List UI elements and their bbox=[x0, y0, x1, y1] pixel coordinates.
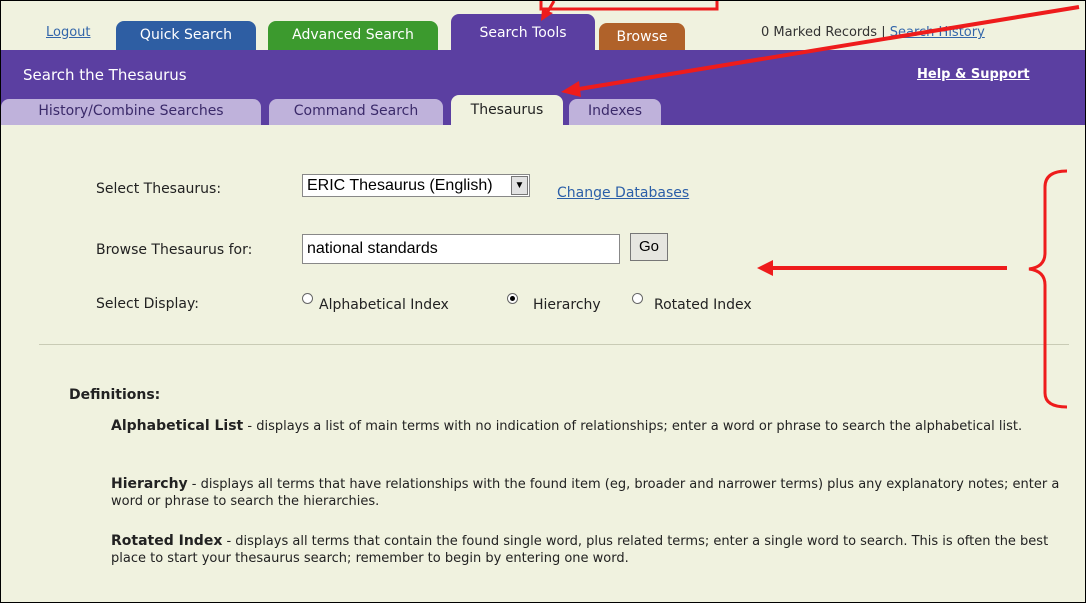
radio-label-alphabetical-index: Alphabetical Index bbox=[319, 297, 449, 313]
dropdown-arrow-icon[interactable]: ▼ bbox=[511, 176, 528, 195]
page-title: Search the Thesaurus bbox=[23, 66, 187, 84]
definition-rotated: Rotated Index - displays all terms that … bbox=[111, 533, 1071, 567]
tab-advanced-search[interactable]: Advanced Search bbox=[268, 21, 438, 50]
divider bbox=[39, 344, 1069, 345]
tab-thesaurus[interactable]: Thesaurus bbox=[451, 95, 563, 125]
definition-term: Rotated Index bbox=[111, 533, 223, 549]
logout-link[interactable]: Logout bbox=[46, 25, 91, 40]
definition-term: Alphabetical List bbox=[111, 418, 244, 434]
go-button[interactable]: Go bbox=[630, 233, 668, 261]
radio-alphabetical-index[interactable] bbox=[302, 293, 313, 304]
search-history-link[interactable]: Search History bbox=[890, 25, 985, 40]
tab-indexes[interactable]: Indexes bbox=[569, 99, 661, 125]
arrowhead-icon bbox=[757, 260, 773, 276]
definition-text: - displays all terms that have relations… bbox=[111, 477, 1060, 509]
definition-text: - displays a list of main terms with no … bbox=[243, 419, 1023, 434]
browse-thesaurus-label: Browse Thesaurus for: bbox=[96, 242, 253, 258]
definitions-heading: Definitions: bbox=[69, 387, 161, 403]
definition-text: - displays all terms that contain the fo… bbox=[111, 534, 1049, 566]
marked-records-area: 0 Marked Records | Search History bbox=[761, 25, 985, 40]
tab-history-combine[interactable]: History/Combine Searches bbox=[1, 99, 261, 125]
thesaurus-page: Logout Quick Search Advanced Search Sear… bbox=[0, 0, 1086, 603]
change-databases-link[interactable]: Change Databases bbox=[557, 185, 689, 201]
marked-records-count[interactable]: 0 Marked Records bbox=[761, 25, 877, 40]
definition-alphabetical: Alphabetical List - displays a list of m… bbox=[111, 418, 1071, 435]
radio-label-hierarchy: Hierarchy bbox=[533, 297, 601, 313]
curly-brace bbox=[1028, 169, 1068, 409]
tab-quick-search[interactable]: Quick Search bbox=[116, 21, 256, 50]
select-display-label: Select Display: bbox=[96, 296, 199, 312]
thesaurus-select-value: ERIC Thesaurus (English) bbox=[307, 177, 493, 194]
tab-search-tools[interactable]: Search Tools bbox=[451, 14, 595, 50]
tab-browse[interactable]: Browse bbox=[599, 23, 685, 50]
browse-term-input[interactable] bbox=[302, 234, 620, 264]
thesaurus-select[interactable]: ERIC Thesaurus (English) ▼ bbox=[302, 174, 530, 197]
radio-rotated-index[interactable] bbox=[632, 293, 643, 304]
tab-command-search[interactable]: Command Search bbox=[269, 99, 443, 125]
top-navigation: Logout Quick Search Advanced Search Sear… bbox=[1, 1, 1085, 50]
radio-hierarchy[interactable] bbox=[507, 293, 518, 304]
definition-hierarchy: Hierarchy - displays all terms that have… bbox=[111, 476, 1071, 510]
separator: | bbox=[881, 25, 886, 40]
help-support-link[interactable]: Help & Support bbox=[917, 67, 1030, 82]
radio-label-rotated-index: Rotated Index bbox=[654, 297, 752, 313]
select-thesaurus-label: Select Thesaurus: bbox=[96, 181, 222, 197]
definition-term: Hierarchy bbox=[111, 476, 188, 492]
